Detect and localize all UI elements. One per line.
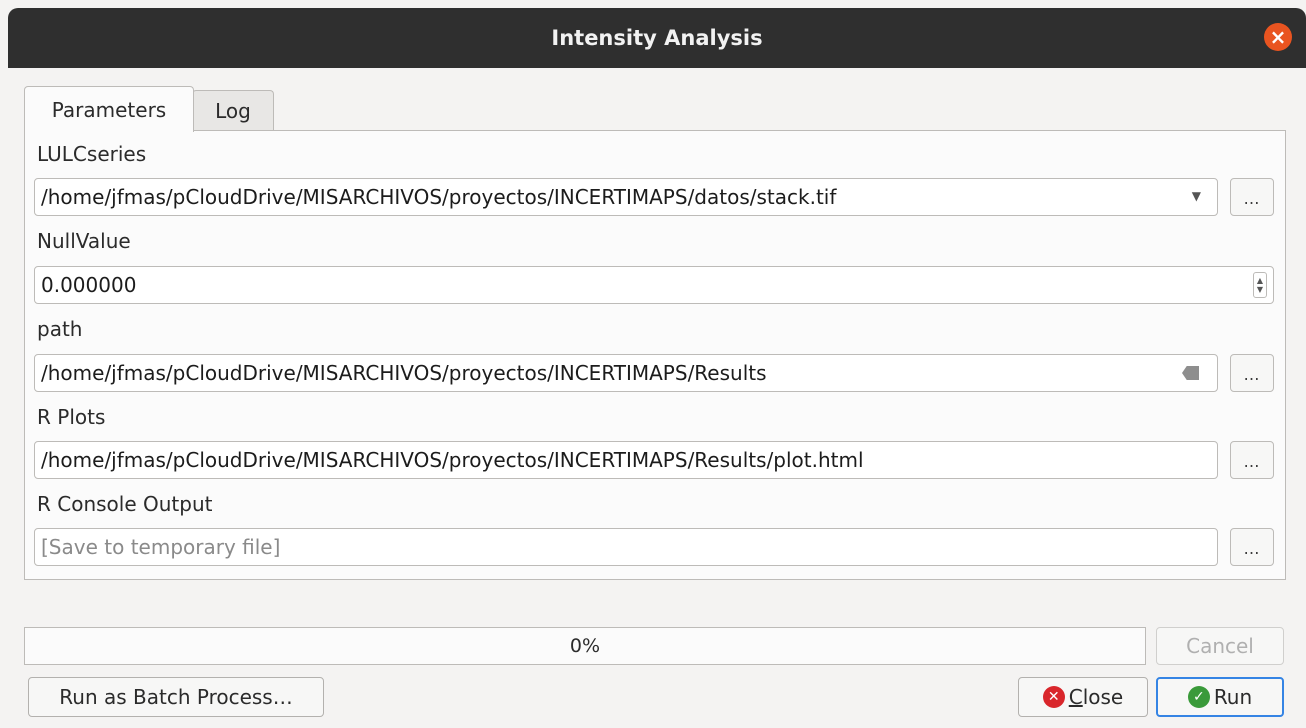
path-label: path [37,317,83,341]
clear-icon[interactable] [1182,366,1199,380]
check-circle-icon: ✓ [1187,686,1210,708]
rplots-value: /home/jfmas/pCloudDrive/MISARCHIVOS/proy… [41,448,864,472]
close-circle-icon: ✕ [1042,686,1065,708]
tab-parameters-label: Parameters [51,97,167,122]
close-window-icon[interactable]: × [1264,23,1292,51]
tab-log[interactable]: Log [192,90,274,131]
rconsole-label: R Console Output [37,492,213,516]
rconsole-browse-button[interactable]: … [1230,528,1274,566]
run-label: Run [1213,685,1253,709]
rplots-browse-button[interactable]: … [1230,441,1274,479]
progress-bar: 0% [24,627,1146,665]
nullvalue-spinbox[interactable]: 0.000000 ▲ ▼ [34,266,1274,304]
cancel-button[interactable]: Cancel [1156,627,1284,665]
nullvalue-value: 0.000000 [41,273,137,297]
run-button[interactable]: ✓ Run [1156,677,1284,717]
rconsole-placeholder: [Save to temporary file] [41,535,281,559]
window-title: Intensity Analysis [551,26,763,50]
title-bar: Intensity Analysis × [8,8,1306,68]
close-label: lose [1082,685,1124,709]
close-button[interactable]: ✕ Close [1018,677,1148,717]
rconsole-input[interactable]: [Save to temporary file] [34,528,1218,566]
path-browse-button[interactable]: … [1230,354,1274,392]
tab-log-label: Log [215,99,251,123]
nullvalue-label: NullValue [37,229,131,253]
rplots-label: R Plots [37,405,106,429]
path-value: /home/jfmas/pCloudDrive/MISARCHIVOS/proy… [41,361,767,385]
run-as-batch-button[interactable]: Run as Batch Process… [28,677,324,717]
tab-parameters[interactable]: Parameters [24,86,194,132]
path-input[interactable]: /home/jfmas/pCloudDrive/MISARCHIVOS/proy… [34,354,1218,392]
chevron-down-icon[interactable]: ▼ [1192,189,1201,203]
lulcseries-label: LULCseries [37,142,147,166]
lulcseries-browse-button[interactable]: … [1230,178,1274,216]
spinner-arrows-icon[interactable]: ▲ ▼ [1253,272,1267,298]
close-mnemonic: C [1068,685,1083,709]
rplots-input[interactable]: /home/jfmas/pCloudDrive/MISARCHIVOS/proy… [34,441,1218,479]
progress-text: 0% [569,635,601,657]
lulcseries-combobox[interactable]: /home/jfmas/pCloudDrive/MISARCHIVOS/proy… [34,178,1218,216]
lulcseries-value: /home/jfmas/pCloudDrive/MISARCHIVOS/proy… [41,185,837,209]
